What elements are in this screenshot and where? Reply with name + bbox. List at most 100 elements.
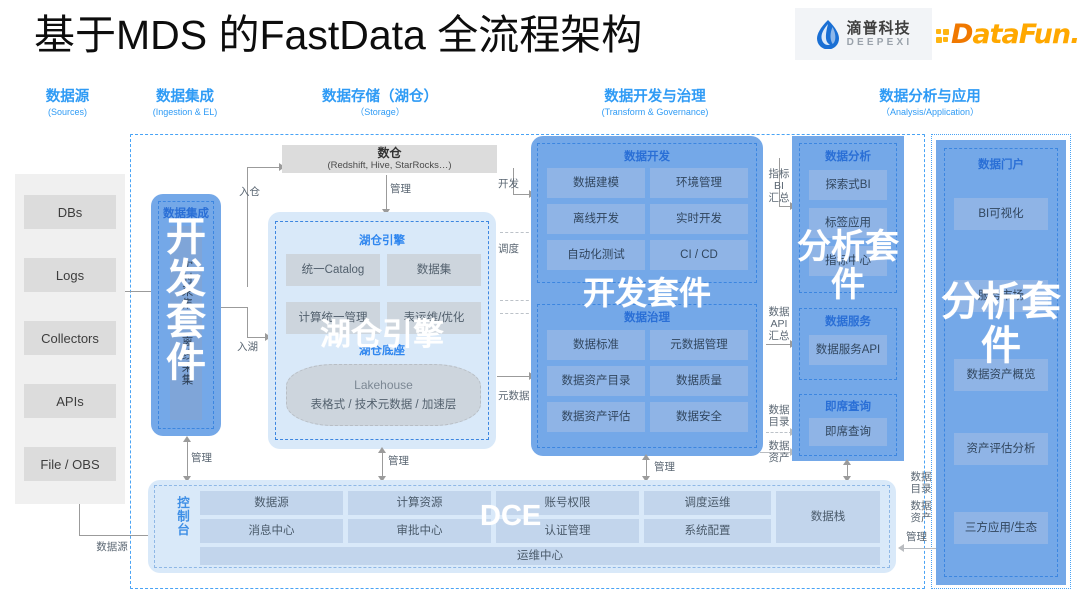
- development-suite-panel: 数据开发 数据建模 环境管理 离线开发 实时开发 自动化测试 CI / CD 数…: [531, 136, 763, 456]
- dev-cell[interactable]: CI / CD: [650, 240, 748, 270]
- dev-cell[interactable]: 环境管理: [650, 168, 748, 198]
- connector-label-data-api: 数据 API 汇总: [768, 306, 790, 342]
- connector-to-warehouse-h: [247, 167, 282, 168]
- connector-label-source: 数据源: [96, 541, 128, 553]
- connector-label-console-manage: 管理: [906, 531, 927, 543]
- console-cell-datastack[interactable]: 数据栈: [776, 491, 880, 543]
- lakehouse-subtitle: 表格式 / 技术元数据 / 加速层: [310, 399, 457, 411]
- connector-api-h: [766, 344, 792, 345]
- connector-label-console-asset: 数据 资产: [910, 500, 932, 524]
- engine-cell[interactable]: 数据集: [387, 254, 481, 286]
- connector-label-metric-bi: 指标 BI 汇总: [768, 168, 790, 204]
- portal-cell[interactable]: 服务市场: [954, 280, 1048, 312]
- gov-cell[interactable]: 数据质量: [650, 366, 748, 396]
- warehouse-title: 数仓: [377, 146, 402, 160]
- engine-cell[interactable]: 表运维/优化: [387, 302, 481, 334]
- lakehouse-engine-panel: 湖仓引擎 统一Catalog 数据集 计算统一管理 表运维/优化 湖仓底座 La…: [268, 212, 496, 449]
- connector-warehouse-engine: [386, 175, 387, 212]
- connector-to-lake-h2: [247, 337, 267, 338]
- architecture-diagram: 基于MDS 的FastData 全流程架构 滴普科技 DEEPEXI DataF…: [0, 0, 1080, 607]
- integration-title: 数据集成: [163, 208, 209, 220]
- source-item[interactable]: APIs: [24, 384, 116, 418]
- portal-cell[interactable]: 数据资产概览: [954, 359, 1048, 391]
- arrow-icon: [898, 544, 904, 552]
- datafun-wordmark: DataFun.: [951, 18, 1080, 50]
- analysis-suite-panel: 数据分析 探索式BI 标签应用 指标中心 数据服务 数据服务API 即席查询 即…: [792, 136, 904, 461]
- console-side-label: 控制台: [175, 496, 189, 537]
- service-title: 数据服务: [825, 316, 871, 328]
- warehouse-box[interactable]: 数仓 (Redshift, Hive, StarRocks…): [282, 145, 497, 173]
- source-item[interactable]: DBs: [24, 195, 116, 229]
- analysis-cell[interactable]: 探索式BI: [809, 170, 887, 200]
- source-item[interactable]: Logs: [24, 258, 116, 292]
- console-cell[interactable]: 系统配置: [644, 519, 771, 543]
- lakehouse-box[interactable]: Lakehouse 表格式 / 技术元数据 / 加速层: [286, 364, 481, 426]
- console-cell[interactable]: 数据源: [200, 491, 343, 515]
- dev-cell[interactable]: 数据建模: [547, 168, 645, 198]
- adhoc-title: 即席查询: [825, 401, 871, 413]
- gov-cell[interactable]: 数据资产目录: [547, 366, 645, 396]
- connector-label-schedule: 调度: [498, 243, 519, 255]
- console-cell[interactable]: 调度运维: [644, 491, 771, 515]
- lakehouse-name: Lakehouse: [354, 378, 413, 392]
- service-cell[interactable]: 数据服务API: [809, 335, 887, 365]
- connector-label-manage-storage-top: 管理: [390, 183, 411, 195]
- data-integration-panel: 数据集成 实时采集 离线采集: [151, 194, 221, 436]
- warehouse-subtitle: (Redshift, Hive, StarRocks…): [327, 160, 452, 171]
- dev-cell[interactable]: 实时开发: [650, 204, 748, 234]
- governance-title: 数据治理: [624, 312, 670, 324]
- adhoc-cell[interactable]: 即席查询: [809, 418, 887, 446]
- source-item[interactable]: Collectors: [24, 321, 116, 355]
- page-title: 基于MDS 的FastData 全流程架构: [34, 12, 643, 58]
- console-cell-ops[interactable]: 运维中心: [200, 547, 880, 565]
- gov-cell[interactable]: 数据资产评估: [547, 402, 645, 432]
- console-cell[interactable]: 认证管理: [496, 519, 639, 543]
- integration-offline-label: 离线采集: [180, 336, 193, 386]
- connector-label-data-catalog: 数据 目录: [768, 404, 790, 428]
- console-cell[interactable]: 账号权限: [496, 491, 639, 515]
- connector-label-manage-integration: 管理: [191, 452, 212, 464]
- connector-dash: [500, 300, 534, 301]
- gov-cell[interactable]: 元数据管理: [650, 330, 748, 360]
- integration-realtime-label: 实时采集: [180, 260, 193, 310]
- connector-to-lake-h1: [221, 307, 247, 308]
- analysis-cell[interactable]: 指标中心: [809, 246, 887, 276]
- connector-to-lake-v: [247, 307, 248, 337]
- portal-cell[interactable]: BI可视化: [954, 198, 1048, 230]
- console-cell[interactable]: 计算资源: [348, 491, 491, 515]
- arrow-icon: [378, 447, 386, 453]
- datafun-dots-icon: [936, 29, 949, 43]
- column-header-sources: 数据源 (Sources): [45, 89, 90, 117]
- column-header-analysis: 数据分析与应用 （Analysis/Application）: [879, 89, 981, 117]
- gov-cell[interactable]: 数据标准: [547, 330, 645, 360]
- portal-cell[interactable]: 资产评估分析: [954, 433, 1048, 465]
- connector-label-dev: 开发: [498, 178, 519, 190]
- dev-cell[interactable]: 自动化测试: [547, 240, 645, 270]
- connector-source-to-console-v: [79, 504, 80, 535]
- data-portal-panel: 数据门户 BI可视化 服务市场 数据资产概览 资产评估分析 三方应用/生态: [936, 140, 1066, 585]
- dev-cell[interactable]: 离线开发: [547, 204, 645, 234]
- connector-label-to-lake: 入湖: [237, 341, 258, 353]
- connector-to-warehouse-v: [247, 167, 248, 287]
- engine-cell[interactable]: 计算统一管理: [286, 302, 380, 334]
- arrow-icon: [843, 459, 851, 465]
- engine-cell[interactable]: 统一Catalog: [286, 254, 380, 286]
- console-cell[interactable]: 审批中心: [348, 519, 491, 543]
- portal-cell[interactable]: 三方应用/生态: [954, 512, 1048, 544]
- water-drop-icon: [816, 20, 839, 49]
- console-cell[interactable]: 消息中心: [200, 519, 343, 543]
- development-title: 数据开发: [624, 151, 670, 163]
- connector-label-console-catalog: 数据 目录: [910, 471, 932, 495]
- column-header-transform: 数据开发与治理 (Transform & Governance): [601, 89, 709, 117]
- analysis-cell[interactable]: 标签应用: [809, 208, 887, 238]
- source-item[interactable]: File / OBS: [24, 447, 116, 481]
- gov-cell[interactable]: 数据安全: [650, 402, 748, 432]
- connector-label-manage-storage-bottom: 管理: [388, 455, 409, 467]
- base-title: 湖仓底座: [359, 345, 405, 357]
- connector-metadata-h: [497, 376, 531, 377]
- connector-label-data-asset: 数据 资产: [768, 440, 790, 464]
- connector-label-metadata: 元数据: [498, 390, 530, 402]
- console-panel: 控制台 数据源 计算资源 账号权限 调度运维 消息中心 审批中心 认证管理 系统…: [148, 480, 896, 573]
- connector-console-portal: [900, 548, 940, 549]
- arrow-icon: [183, 436, 191, 442]
